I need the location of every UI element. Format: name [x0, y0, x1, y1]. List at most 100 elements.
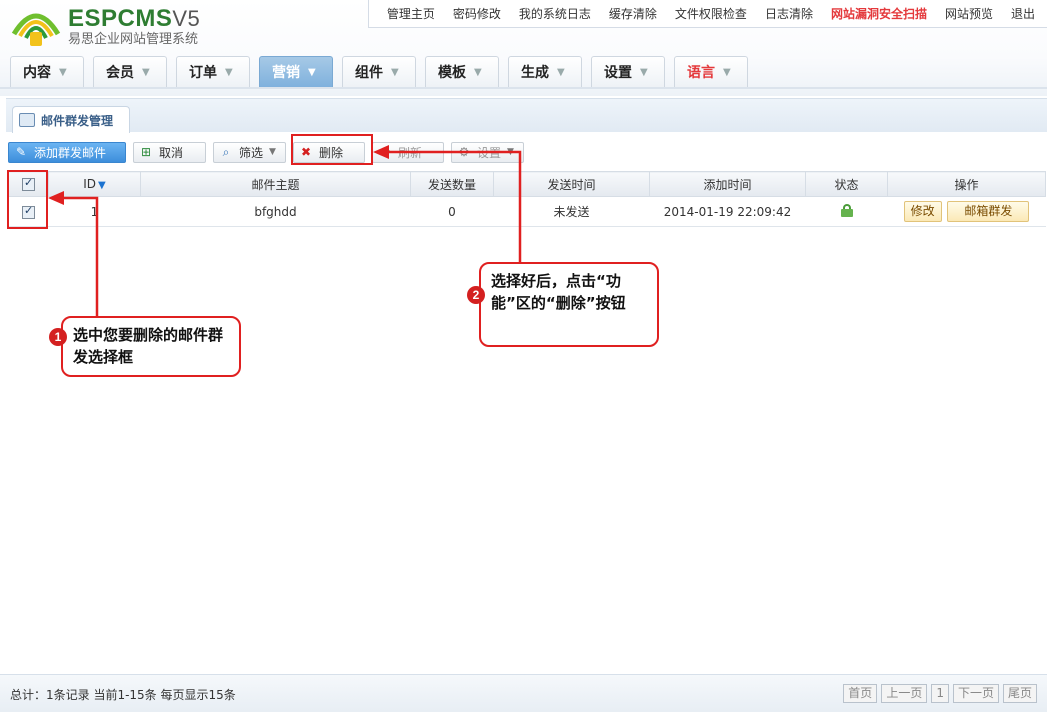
- cancel-label: 取消: [159, 145, 184, 160]
- chevron-down-icon: ▼: [142, 66, 150, 78]
- col-subject: 邮件主题: [140, 171, 411, 197]
- tab-marketing[interactable]: 营销 ▼: [259, 56, 333, 87]
- col-status: 状态: [805, 171, 888, 197]
- unlock-icon: [840, 203, 853, 217]
- tab-label: 会员: [106, 65, 134, 81]
- table-row: 1 bfghdd 0 未发送 2014-01-19 22:09:42 修改 邮箱…: [8, 196, 1046, 227]
- topnav-mylog[interactable]: 我的系统日志: [519, 5, 591, 22]
- page-first[interactable]: 首页: [843, 684, 878, 703]
- mail-send-button[interactable]: 邮箱群发: [947, 201, 1030, 222]
- row-id: 1: [48, 196, 141, 227]
- logo-icon: [11, 13, 61, 46]
- logo-subtitle: 易思企业网站管理系统: [68, 32, 199, 47]
- pagination: 首页 上一页 1 下一页 尾页: [839, 684, 1037, 703]
- row-count: 0: [410, 196, 494, 227]
- topnav-permission-check[interactable]: 文件权限检查: [675, 5, 747, 22]
- chevron-down-icon: ▼: [225, 66, 233, 78]
- tab-components[interactable]: 组件 ▼: [342, 56, 416, 87]
- panel-tab-label: 邮件群发管理: [41, 113, 114, 128]
- topnav-cache-clear[interactable]: 缓存清除: [609, 5, 657, 22]
- panel-header: 邮件群发管理: [6, 98, 1047, 133]
- window-icon: [19, 113, 35, 127]
- chevron-down-icon: ▼: [507, 147, 514, 157]
- add-mail-button[interactable]: ✎ 添加群发邮件: [8, 141, 126, 163]
- page-last[interactable]: 尾页: [1002, 684, 1037, 703]
- top-nav: 管理主页 密码修改 我的系统日志 缓存清除 文件权限检查 日志清除 网站漏洞安全…: [367, 0, 1047, 28]
- tab-content[interactable]: 内容 ▼: [10, 56, 84, 87]
- delete-icon: ✖: [300, 145, 312, 159]
- col-count: 发送数量: [410, 171, 494, 197]
- topnav-security-scan[interactable]: 网站漏洞安全扫描: [831, 5, 927, 22]
- topnav-logout[interactable]: 退出: [1011, 5, 1035, 22]
- chevron-down-icon: ▼: [391, 66, 399, 78]
- topnav-password[interactable]: 密码修改: [453, 5, 501, 22]
- cancel-icon: ⊞: [140, 145, 152, 159]
- topnav-log-clear[interactable]: 日志清除: [765, 5, 813, 22]
- tab-label: 内容: [23, 65, 51, 81]
- col-id[interactable]: ID ▼: [48, 171, 141, 197]
- topnav-home[interactable]: 管理主页: [387, 5, 435, 22]
- row-actions: 修改 邮箱群发: [887, 196, 1046, 227]
- select-all-checkbox[interactable]: [22, 176, 35, 191]
- select-all-cell: [8, 171, 49, 197]
- step-2-badge: 2: [467, 286, 485, 304]
- filter-button[interactable]: ⌕ 筛选 ▼: [213, 141, 286, 163]
- chevron-down-icon: ▼: [723, 66, 731, 78]
- toolbar: ✎ 添加群发邮件 ⊞ 取消 ⌕ 筛选 ▼ ✖ 删除 ⟳ 刷新 ⚙ 设置 ▼: [8, 140, 531, 164]
- tab-label: 生成: [521, 65, 549, 81]
- row-send-time: 未发送: [493, 196, 650, 227]
- col-id-label: ID: [83, 177, 97, 191]
- settings-label: 设置: [477, 145, 502, 160]
- edit-button[interactable]: 修改: [903, 201, 942, 222]
- chevron-down-icon: ▼: [308, 66, 316, 78]
- tab-language[interactable]: 语言 ▼: [674, 56, 748, 87]
- tab-settings[interactable]: 设置 ▼: [591, 56, 665, 87]
- refresh-button[interactable]: ⟳ 刷新: [372, 141, 444, 163]
- add-mail-icon: ✎: [15, 145, 27, 159]
- step-1-badge: 1: [49, 328, 67, 346]
- callout-step-2: 选择好后，点击“功能”区的“删除”按钮: [479, 262, 659, 347]
- delete-label: 删除: [319, 145, 344, 160]
- panel-tab-mail-group[interactable]: 邮件群发管理: [12, 106, 131, 133]
- chevron-down-icon: ▼: [640, 66, 648, 78]
- sort-desc-icon: ▼: [98, 180, 106, 191]
- callout-step-1-text: 选中您要删除的邮件群发选择框: [73, 326, 224, 366]
- callout-step-1: 选中您要删除的邮件群发选择框: [61, 316, 241, 377]
- header-divider: [0, 87, 1047, 89]
- row-status: [805, 196, 888, 227]
- callout-step-2-text: 选择好后，点击“功能”区的“删除”按钮: [491, 272, 626, 312]
- col-send-time: 发送时间: [493, 171, 650, 197]
- page-number[interactable]: 1: [931, 684, 949, 703]
- refresh-label: 刷新: [398, 145, 423, 160]
- table-header-row: ID▼ 邮件主题 发送数量 发送时间 添加时间 状态 操作: [8, 171, 1046, 197]
- chevron-down-icon: ▼: [59, 66, 67, 78]
- chevron-down-icon: ▼: [269, 147, 276, 157]
- tab-label: 组件: [355, 65, 383, 81]
- topnav-preview[interactable]: 网站预览: [945, 5, 993, 22]
- delete-button[interactable]: ✖ 删除: [293, 141, 365, 163]
- add-mail-label: 添加群发邮件: [34, 145, 107, 160]
- settings-button[interactable]: ⚙ 设置 ▼: [451, 141, 524, 163]
- refresh-icon: ⟳: [379, 145, 391, 159]
- tab-members[interactable]: 会员 ▼: [93, 56, 167, 87]
- gear-icon: ⚙: [458, 145, 470, 159]
- record-summary: 总计：1条记录 当前1-15条 每页显示15条: [10, 688, 236, 702]
- tab-label: 营销: [272, 65, 300, 81]
- row-checkbox[interactable]: [22, 204, 35, 219]
- main-nav: 内容 ▼ 会员 ▼ 订单 ▼ 营销 ▼ 组件 ▼ 模板 ▼ 生成 ▼ 设置 ▼ 语言 ▼: [10, 56, 757, 87]
- tab-orders[interactable]: 订单 ▼: [176, 56, 250, 87]
- filter-icon: ⌕: [222, 144, 230, 159]
- tab-label: 模板: [438, 65, 466, 81]
- cancel-button[interactable]: ⊞ 取消: [133, 141, 206, 163]
- tab-label: 语言: [687, 65, 715, 81]
- tab-templates[interactable]: 模板 ▼: [425, 56, 499, 87]
- page-prev[interactable]: 上一页: [881, 684, 928, 703]
- header: ESPCMSV5 易思企业网站管理系统 管理主页 密码修改 我的系统日志 缓存清…: [0, 0, 1047, 96]
- tab-label: 订单: [189, 65, 217, 81]
- mail-group-table: ID▼ 邮件主题 发送数量 发送时间 添加时间 状态 操作 1 bfghdd 0…: [8, 171, 1046, 227]
- tab-label: 设置: [604, 65, 632, 81]
- row-add-time: 2014-01-19 22:09:42: [649, 196, 806, 227]
- tab-generate[interactable]: 生成 ▼: [508, 56, 582, 87]
- col-actions: 操作: [887, 171, 1046, 197]
- page-next[interactable]: 下一页: [952, 684, 999, 703]
